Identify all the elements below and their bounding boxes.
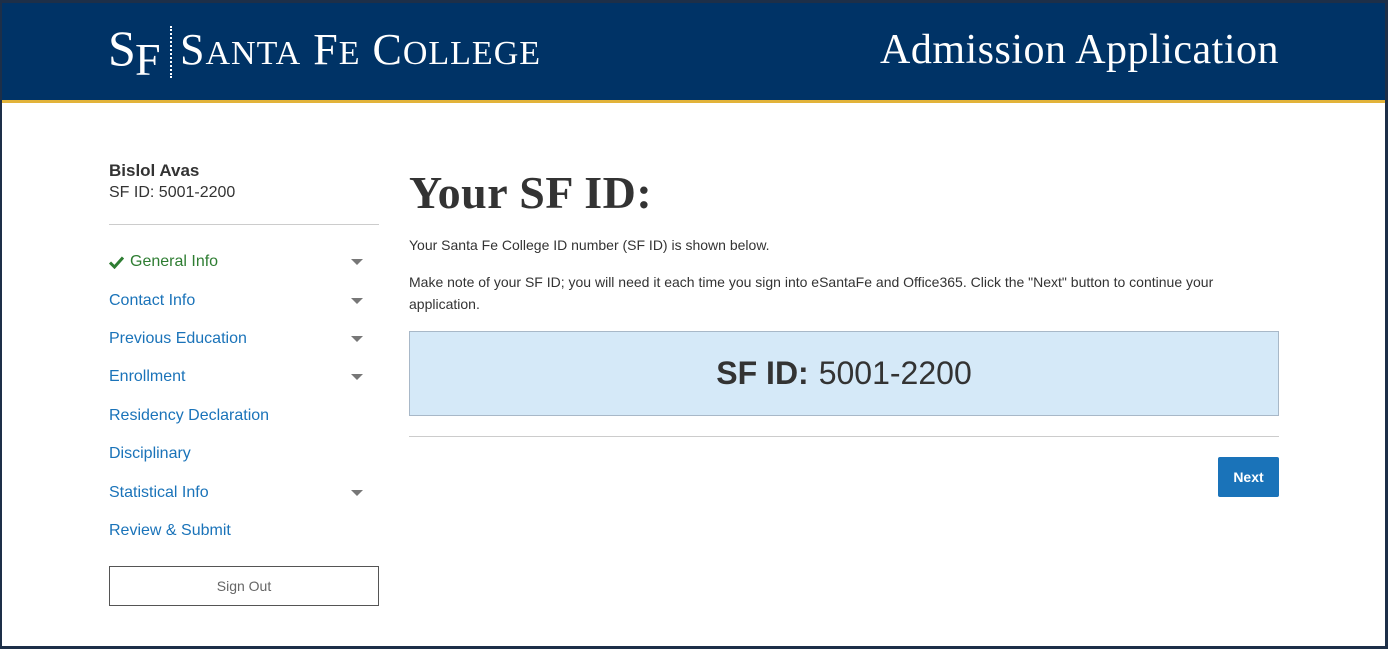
sidebar-item-label: Previous Education	[109, 329, 247, 347]
application-title: Admission Application	[880, 27, 1279, 73]
sidebar-item-review-submit[interactable]: Review & Submit	[109, 512, 379, 550]
applicant-sf-id-value: 5001-2200	[158, 184, 236, 201]
college-logo[interactable]: S F Santa Fe College	[108, 20, 542, 85]
application-steps-nav: General Info Contact Info Previous Educa…	[109, 243, 379, 550]
chevron-down-icon[interactable]	[351, 374, 363, 381]
sidebar-item-label: Disciplinary	[109, 445, 191, 463]
site-header: S F Santa Fe College Admission Applicati…	[2, 3, 1385, 103]
sidebar: Bislol Avas SF ID: 5001-2200 General Inf…	[109, 161, 379, 607]
sidebar-item-disciplinary[interactable]: Disciplinary	[109, 435, 379, 473]
applicant-name: Bislol Avas	[109, 161, 200, 180]
content-divider	[409, 436, 1279, 437]
sidebar-item-label: General Info	[130, 253, 219, 271]
next-button[interactable]: Next	[1218, 457, 1279, 497]
sidebar-item-general-info[interactable]: General Info	[109, 243, 379, 281]
sf-id-label: SF ID:	[716, 355, 809, 391]
instructions-text: Make note of your SF ID; you will need i…	[409, 274, 1214, 312]
sf-id-display: SF ID: 5001-2200	[409, 331, 1279, 416]
chevron-down-icon[interactable]	[351, 335, 363, 342]
sidebar-item-residency-declaration[interactable]: Residency Declaration	[109, 397, 379, 435]
logo-wordmark: Santa Fe College	[180, 25, 542, 74]
sidebar-item-label: Enrollment	[109, 368, 186, 386]
sidebar-item-previous-education[interactable]: Previous Education	[109, 320, 379, 358]
logo-divider	[170, 26, 172, 78]
logo-monogram-f: F	[135, 34, 161, 85]
chevron-down-icon[interactable]	[351, 489, 363, 496]
chevron-down-icon[interactable]	[351, 259, 363, 266]
sidebar-item-enrollment[interactable]: Enrollment	[109, 358, 379, 396]
chevron-down-icon[interactable]	[351, 297, 363, 304]
logo-monogram: S F	[108, 20, 166, 85]
main-content: Your SF ID: Your Santa Fe College ID num…	[409, 163, 1279, 497]
sidebar-item-statistical-info[interactable]: Statistical Info	[109, 473, 379, 511]
sidebar-item-label: Residency Declaration	[109, 406, 270, 424]
sidebar-item-contact-info[interactable]: Contact Info	[109, 281, 379, 319]
app-window: S F Santa Fe College Admission Applicati…	[0, 0, 1388, 649]
check-icon	[109, 256, 124, 270]
sf-id-value: 5001-2200	[818, 355, 972, 391]
applicant-sf-id-label: SF ID:	[109, 184, 155, 201]
logo-monogram-s: S	[108, 20, 136, 76]
sidebar-item-label: Review & Submit	[109, 521, 231, 539]
page-title: Your SF ID:	[409, 167, 653, 218]
applicant-sf-id: SF ID: 5001-2200	[109, 182, 379, 204]
intro-text: Your Santa Fe College ID number (SF ID) …	[409, 237, 770, 253]
sidebar-item-label: Statistical Info	[109, 483, 209, 501]
sidebar-item-label: Contact Info	[109, 291, 196, 309]
sidebar-divider	[109, 224, 379, 225]
sign-out-button[interactable]: Sign Out	[109, 566, 379, 607]
